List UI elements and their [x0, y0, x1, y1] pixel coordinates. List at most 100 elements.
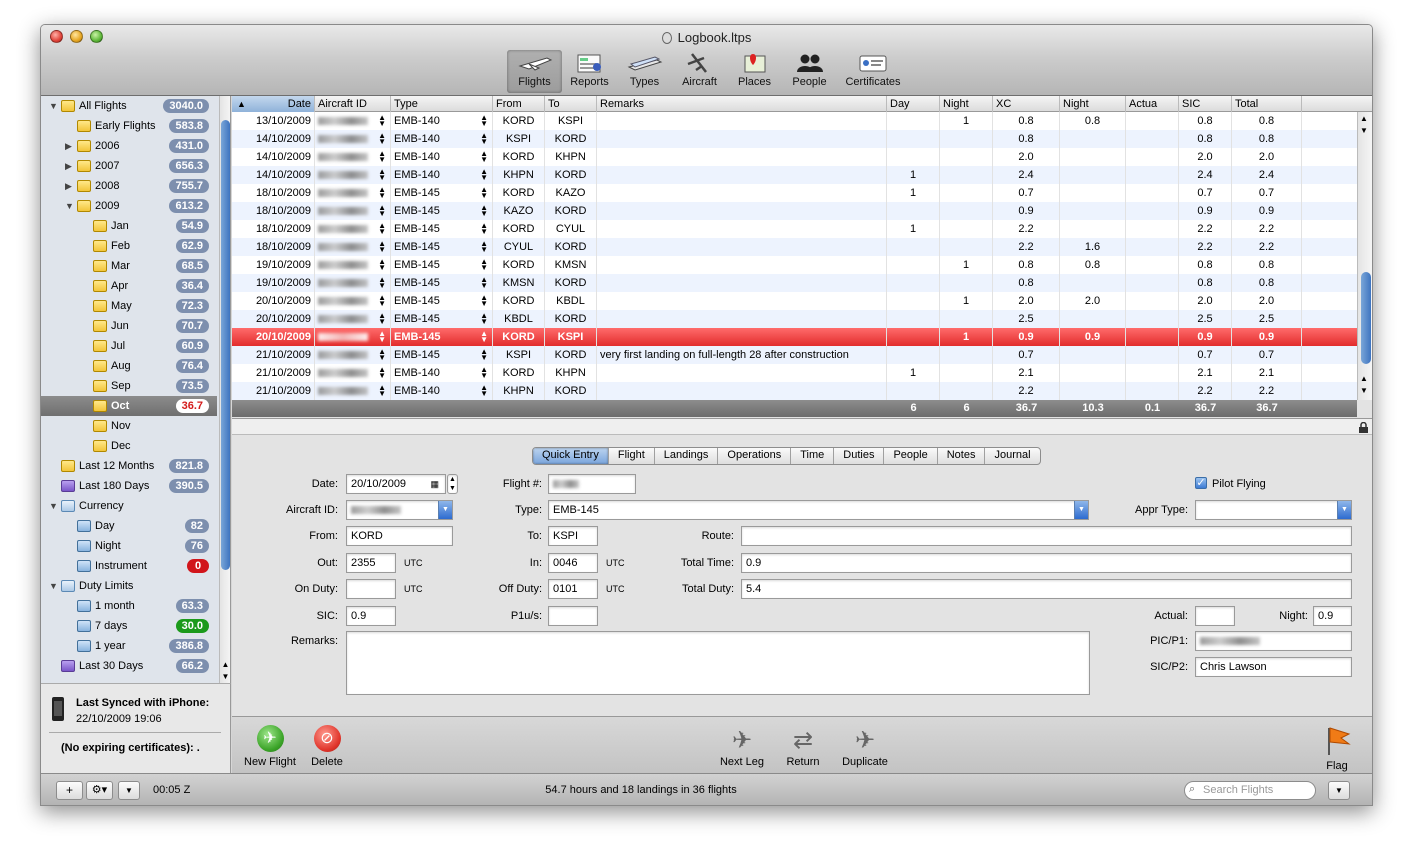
sidebar-item-instrument[interactable]: Instrument 0 [41, 556, 217, 576]
sidebar-item-last-30-days[interactable]: Last 30 Days 66.2 [41, 656, 217, 676]
sic-field[interactable]: 0.9 [346, 606, 396, 626]
tab-duties[interactable]: Duties [834, 448, 885, 464]
remarks-textarea[interactable] [346, 631, 1090, 695]
table-cell[interactable]: 0.8 [993, 274, 1060, 292]
table-cell[interactable]: 2.1 [993, 364, 1060, 382]
aircraft-id-cell[interactable]: ▲ ▼ [315, 184, 391, 202]
table-cell[interactable]: KHPN [493, 166, 545, 184]
table-cell[interactable]: 2.1 [1179, 364, 1232, 382]
stepper-icon[interactable]: ▲ ▼ [378, 220, 386, 238]
table-cell[interactable] [597, 274, 887, 292]
table-cell[interactable] [1060, 310, 1126, 328]
to-field[interactable]: KSPI [548, 526, 598, 546]
stepper-icon[interactable]: ▲ ▼ [480, 310, 488, 328]
table-cell[interactable]: very first landing on full-length 28 aft… [597, 346, 887, 364]
sidebar-item-1-month[interactable]: 1 month 63.3 [41, 596, 217, 616]
column-header-day[interactable]: Day [887, 96, 940, 112]
table-cell[interactable]: 2.5 [1232, 310, 1302, 328]
table-cell[interactable] [1060, 382, 1126, 400]
table-cell[interactable] [940, 310, 993, 328]
flag-button[interactable]: Flag [1317, 725, 1357, 772]
on-duty-field[interactable] [346, 579, 396, 599]
table-cell[interactable]: 2.4 [993, 166, 1060, 184]
table-cell[interactable] [597, 184, 887, 202]
date-field[interactable]: 20/10/2009 ▦ [346, 474, 446, 494]
table-cell[interactable]: 1 [887, 220, 940, 238]
out-field[interactable]: 2355 [346, 553, 396, 573]
disclosure-open-icon[interactable]: ▼ [49, 96, 58, 116]
table-cell[interactable]: 20/10/2009 [232, 310, 315, 328]
table-cell[interactable]: EMB-145 ▲ ▼ [391, 328, 493, 346]
aircraft-id-cell[interactable]: ▲ ▼ [315, 346, 391, 364]
table-cell[interactable]: 18/10/2009 [232, 220, 315, 238]
table-cell[interactable] [940, 220, 993, 238]
table-cell[interactable]: 1 [940, 112, 993, 130]
table-row[interactable]: 13/10/2009 ▲ ▼ EMB-140 ▲ ▼ KORD KSPI 1 0.8 0.8 0.8 0… [232, 112, 1357, 130]
table-cell[interactable]: 1 [887, 364, 940, 382]
table-cell[interactable]: 0.9 [993, 202, 1060, 220]
column-header-night[interactable]: Night [940, 96, 993, 112]
table-cell[interactable] [940, 166, 993, 184]
stepper-icon[interactable]: ▲ ▼ [378, 274, 386, 292]
scroll-up-arrow-icon[interactable]: ▲ [1360, 374, 1368, 383]
table-row[interactable]: 20/10/2009 ▲ ▼ EMB-145 ▲ ▼ KBDL KORD 2.5 2.5 2.5 [232, 310, 1357, 328]
table-cell[interactable]: 2.4 [1179, 166, 1232, 184]
column-header-night[interactable]: Night [1060, 96, 1126, 112]
table-cell[interactable] [1060, 148, 1126, 166]
toolbar-types-button[interactable]: Types [617, 50, 672, 93]
sidebar-item-2006[interactable]: ▶ 2006 431.0 [41, 136, 217, 156]
sidebar-item-apr[interactable]: Apr 36.4 [41, 276, 217, 296]
stepper-icon[interactable]: ▲ ▼ [378, 256, 386, 274]
stepper-icon[interactable]: ▲ ▼ [480, 130, 488, 148]
table-cell[interactable] [1126, 166, 1179, 184]
table-cell[interactable]: KMSN [545, 256, 597, 274]
table-cell[interactable]: 2.5 [1179, 310, 1232, 328]
table-cell[interactable]: 2.2 [993, 238, 1060, 256]
pic-p1-field[interactable] [1195, 631, 1352, 651]
table-row[interactable]: 18/10/2009 ▲ ▼ EMB-145 ▲ ▼ KAZO KORD 0.9 0.9 0.9 [232, 202, 1357, 220]
duplicate-button[interactable]: ✈ Duplicate [833, 725, 897, 768]
table-cell[interactable]: 2.2 [993, 220, 1060, 238]
table-cell[interactable]: 0.9 [1179, 202, 1232, 220]
toolbar-places-button[interactable]: Places [727, 50, 782, 93]
table-cell[interactable] [887, 130, 940, 148]
stepper-icon[interactable]: ▲ ▼ [378, 310, 386, 328]
table-cell[interactable]: KORD [545, 238, 597, 256]
sidebar-item-night[interactable]: Night 76 [41, 536, 217, 556]
new-flight-button[interactable]: ✈ New Flight [240, 725, 300, 768]
flight-number-field[interactable] [548, 474, 636, 494]
table-cell[interactable] [1126, 256, 1179, 274]
table-cell[interactable]: 0.8 [1060, 112, 1126, 130]
table-cell[interactable] [597, 148, 887, 166]
table-cell[interactable]: 2.1 [1232, 364, 1302, 382]
sidebar-item-mar[interactable]: Mar 68.5 [41, 256, 217, 276]
table-cell[interactable] [1060, 184, 1126, 202]
stepper-icon[interactable]: ▲ ▼ [480, 382, 488, 400]
table-row[interactable]: 19/10/2009 ▲ ▼ EMB-145 ▲ ▼ KMSN KORD 0.8 0.8 0.8 [232, 274, 1357, 292]
table-cell[interactable] [597, 382, 887, 400]
table-cell[interactable]: 0.9 [993, 328, 1060, 346]
table-cell[interactable]: 0.8 [1232, 130, 1302, 148]
p1us-field[interactable] [548, 606, 598, 626]
table-cell[interactable]: KSPI [545, 328, 597, 346]
table-cell[interactable] [597, 220, 887, 238]
table-cell[interactable] [597, 202, 887, 220]
table-cell[interactable]: KORD [493, 328, 545, 346]
table-cell[interactable]: 1 [887, 166, 940, 184]
table-cell[interactable] [597, 238, 887, 256]
table-cell[interactable]: KMSN [493, 274, 545, 292]
table-cell[interactable]: EMB-140 ▲ ▼ [391, 382, 493, 400]
aircraft-id-cell[interactable]: ▲ ▼ [315, 112, 391, 130]
add-button[interactable]: + [56, 781, 83, 800]
sidebar-item-dec[interactable]: Dec [41, 436, 217, 456]
table-cell[interactable] [1126, 148, 1179, 166]
table-cell[interactable]: KHPN [545, 364, 597, 382]
table-cell[interactable]: EMB-145 ▲ ▼ [391, 292, 493, 310]
table-cell[interactable]: 2.2 [1179, 382, 1232, 400]
sidebar-item-early-flights[interactable]: Early Flights 583.8 [41, 116, 217, 136]
table-cell[interactable]: 19/10/2009 [232, 256, 315, 274]
table-cell[interactable]: 0.8 [993, 256, 1060, 274]
table-row[interactable]: 14/10/2009 ▲ ▼ EMB-140 ▲ ▼ KORD KHPN 2.0 2.0 2.0 [232, 148, 1357, 166]
table-cell[interactable] [1060, 166, 1126, 184]
table-cell[interactable] [1126, 328, 1179, 346]
